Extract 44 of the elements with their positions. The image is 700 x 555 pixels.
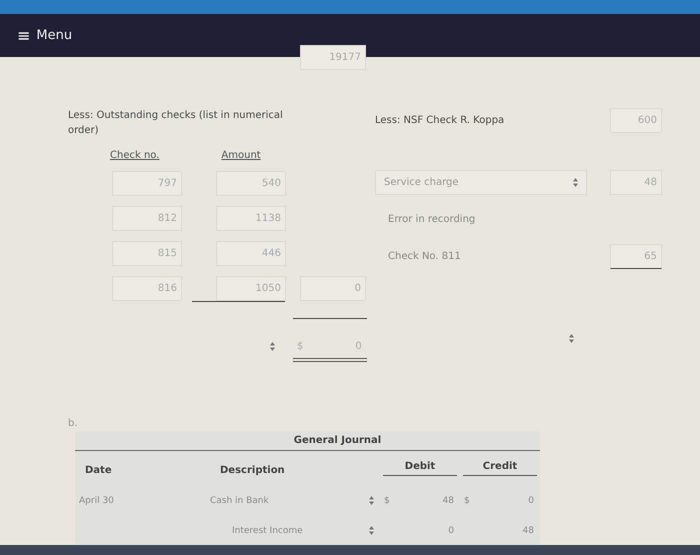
- adjustment-select[interactable]: Service charge: [375, 170, 587, 195]
- select-arrows-icon[interactable]: [369, 526, 374, 535]
- amount-field[interactable]: 1138: [216, 206, 286, 231]
- adjustment-label: Error in recording: [387, 214, 476, 225]
- check-number-field[interactable]: 797: [112, 171, 182, 196]
- credit-field[interactable]: 0: [528, 496, 534, 506]
- currency-sign: $: [464, 496, 470, 506]
- select-arrows-icon[interactable]: [573, 178, 578, 187]
- debit-field[interactable]: 0: [448, 526, 454, 536]
- currency-sign: $: [384, 496, 390, 506]
- column-heading: Description: [219, 465, 286, 476]
- column-heading: Debit: [383, 461, 457, 476]
- total-value: 0: [355, 341, 362, 352]
- column-heading: Amount: [221, 150, 261, 161]
- nsf-check-label: Less: NSF Check R. Koppa: [375, 114, 504, 128]
- select-arrows-icon[interactable]: [270, 342, 275, 351]
- adjustment-amount-field[interactable]: 65: [610, 244, 662, 269]
- adjustment-amount-field[interactable]: 48: [610, 170, 662, 195]
- subtotal-field[interactable]: 0: [300, 276, 366, 301]
- account-select[interactable]: Cash in Bank: [210, 496, 269, 506]
- nsf-amount-field[interactable]: 600: [610, 108, 662, 133]
- currency-sign: $: [297, 341, 304, 352]
- credit-field[interactable]: 48: [522, 526, 534, 536]
- menu-label[interactable]: Menu: [36, 28, 72, 43]
- adjustment-label: Check No. 811: [387, 251, 461, 262]
- select-arrows-icon[interactable]: [369, 496, 374, 505]
- outstanding-label: Less: Outstanding checks (list in numerical order): [68, 109, 283, 138]
- debit-field[interactable]: 48: [442, 496, 454, 506]
- amount-field[interactable]: 446: [216, 241, 286, 266]
- check-number-field[interactable]: 816: [112, 276, 182, 301]
- amount-field[interactable]: 540: [216, 171, 286, 196]
- part-label: b.: [68, 417, 79, 431]
- menu-icon[interactable]: ≡: [17, 26, 30, 45]
- check-number-field[interactable]: 815: [112, 241, 182, 266]
- date-text: April 30: [79, 496, 114, 506]
- column-heading: Check no.: [110, 150, 160, 161]
- journal-title: General Journal: [294, 435, 382, 446]
- column-heading: Date: [84, 465, 113, 476]
- amount-field[interactable]: 1050: [216, 276, 286, 301]
- account-select[interactable]: Interest Income: [232, 526, 303, 536]
- column-heading: Credit: [463, 461, 537, 476]
- check-number-field[interactable]: 812: [112, 206, 182, 231]
- select-arrows-icon[interactable]: [569, 334, 574, 343]
- balance-field[interactable]: 19177: [300, 45, 366, 70]
